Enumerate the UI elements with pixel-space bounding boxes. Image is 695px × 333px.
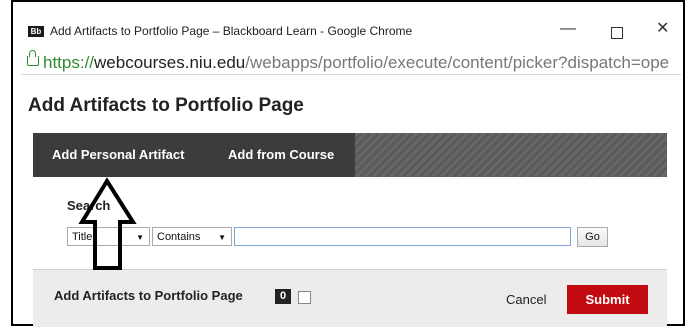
annotation-overlay <box>78 177 137 270</box>
up-arrow-icon <box>78 177 137 270</box>
